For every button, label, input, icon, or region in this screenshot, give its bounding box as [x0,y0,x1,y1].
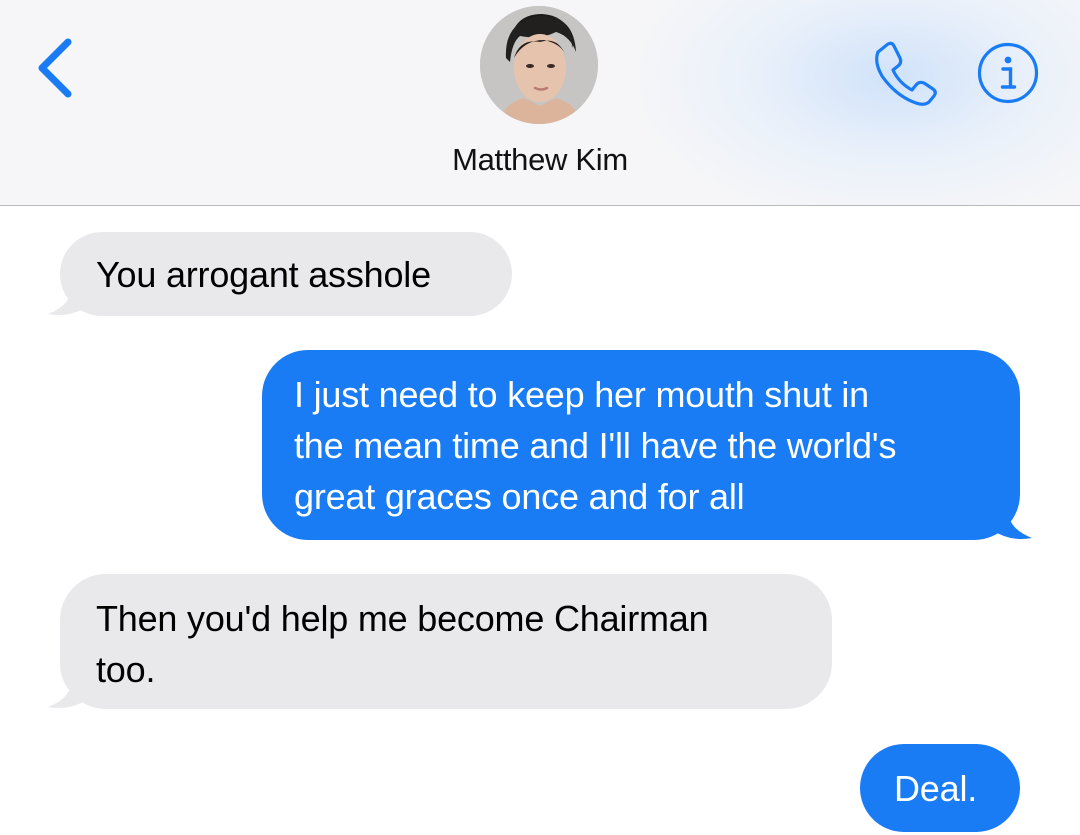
bubble-tail [48,282,88,315]
message-bubble-sent[interactable]: I just need to keep her mouth shut in th… [262,350,1032,540]
info-icon [977,42,1039,104]
phone-icon [875,41,937,106]
header-divider [0,205,1080,206]
contact-name[interactable]: Matthew Kim [340,142,740,178]
contact-avatar[interactable] [480,6,598,124]
message-bubble-received[interactable]: You arrogant asshole [48,232,512,316]
message-text: I just need to keep her mouth shut in th… [294,374,897,517]
conversation-header: Matthew Kim [0,0,1080,205]
message-text: You arrogant asshole [96,254,431,295]
bubble-tail [48,675,88,708]
chevron-left-icon [38,38,72,98]
info-button[interactable] [976,41,1040,105]
message-bubble-received[interactable]: Then you'd help me become Chairman too. [48,574,832,709]
message-text: Deal. [894,768,978,809]
bubble-tail [992,506,1032,539]
message-text: Then you'd help me become Chairman too. [96,598,709,690]
call-button[interactable] [866,38,938,108]
back-button[interactable] [30,36,80,100]
message-bubble-sent[interactable]: Deal. [860,744,1020,832]
